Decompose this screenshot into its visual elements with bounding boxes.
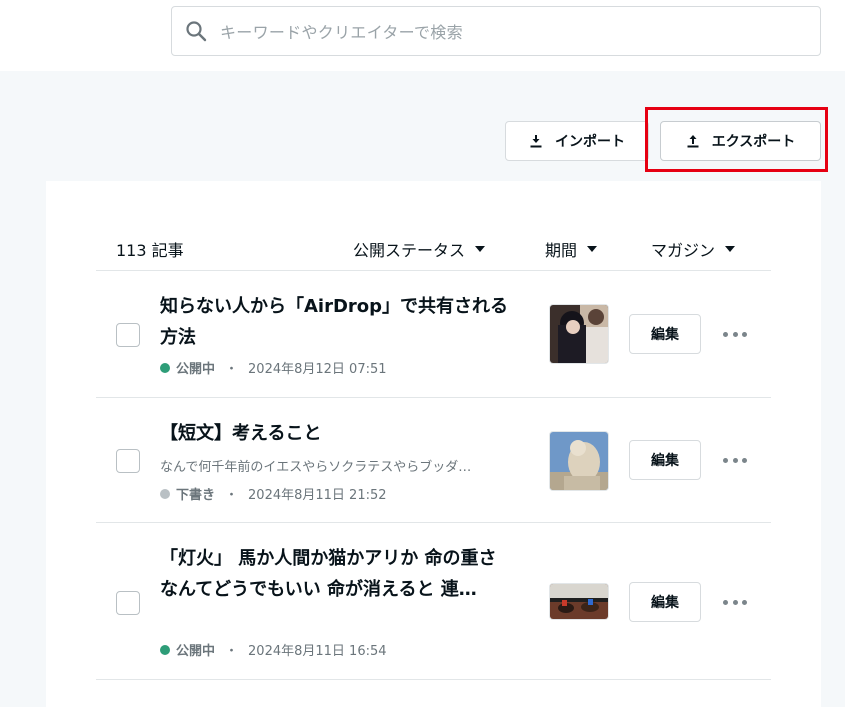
period-filter-label: 期間 — [545, 241, 578, 260]
article-excerpt: なんで何千年前のイエスやらソクラテスやらブッダ… — [160, 460, 472, 475]
article-date: 2024年8月12日 07:51 — [248, 362, 387, 377]
magazine-filter-label: マガジン — [651, 241, 716, 260]
article-thumbnail — [549, 583, 609, 620]
meta-separator: ・ — [225, 488, 239, 503]
article-meta: 下書き ・ 2024年8月11日 21:52 — [160, 484, 387, 503]
search-icon — [186, 21, 207, 42]
thumbnail-image — [550, 305, 608, 363]
article-title[interactable]: 「灯火」 馬か人間か猫かアリか 命の重さなんてどうでもいい 命が消えると 連… — [160, 543, 510, 605]
article-list-panel: 113 記事 公開ステータス 期間 マガジン 知らない人から「AirDrop」で… — [46, 181, 821, 707]
status-dot — [160, 362, 170, 373]
article-row: 「灯火」 馬か人間か猫かアリか 命の重さなんてどうでもいい 命が消えると 連… … — [96, 523, 771, 680]
article-date: 2024年8月11日 21:52 — [248, 488, 387, 503]
article-title[interactable]: 知らない人から「AirDrop」で共有される方法 — [160, 291, 520, 353]
upload-icon — [687, 135, 699, 148]
article-count: 113 記事 — [116, 241, 184, 260]
thumbnail-image — [550, 584, 608, 619]
meta-separator: ・ — [225, 644, 239, 659]
edit-button[interactable]: 編集 — [629, 582, 701, 622]
edit-button[interactable]: 編集 — [629, 314, 701, 354]
meta-separator: ・ — [225, 362, 239, 377]
article-checkbox[interactable] — [116, 449, 140, 473]
list-header: 113 記事 公開ステータス 期間 マガジン — [96, 231, 771, 271]
status-dot — [160, 644, 170, 655]
thumbnail-image — [550, 432, 608, 490]
status-badge: 公開中 — [176, 644, 216, 659]
article-meta: 公開中 ・ 2024年8月12日 07:51 — [160, 358, 387, 377]
import-label: インポート — [555, 134, 625, 150]
period-filter-dropdown[interactable]: 期間 — [545, 237, 598, 261]
more-options-icon[interactable] — [723, 322, 747, 346]
search-input[interactable]: キーワードやクリエイターで検索 — [171, 6, 821, 56]
status-badge: 公開中 — [176, 362, 216, 377]
status-filter-dropdown[interactable]: 公開ステータス — [353, 237, 486, 261]
status-filter-label: 公開ステータス — [353, 241, 466, 260]
download-icon — [530, 135, 542, 148]
export-label: エクスポート — [711, 134, 796, 150]
article-checkbox[interactable] — [116, 323, 140, 347]
more-options-icon[interactable] — [723, 590, 747, 614]
article-meta: 公開中 ・ 2024年8月11日 16:54 — [160, 640, 387, 659]
status-badge: 下書き — [176, 488, 216, 503]
status-dot — [160, 488, 170, 499]
article-thumbnail — [549, 304, 609, 364]
top-bar: キーワードやクリエイターで検索 — [0, 0, 845, 71]
article-title[interactable]: 【短文】考えること — [160, 418, 520, 449]
article-date: 2024年8月11日 16:54 — [248, 644, 387, 659]
article-thumbnail — [549, 431, 609, 491]
import-button[interactable]: インポート — [505, 121, 649, 161]
article-checkbox[interactable] — [116, 591, 140, 615]
search-placeholder: キーワードやクリエイターで検索 — [220, 23, 463, 42]
article-row: 知らない人から「AirDrop」で共有される方法 公開中 ・ 2024年8月12… — [96, 271, 771, 398]
edit-button[interactable]: 編集 — [629, 440, 701, 480]
caret-down-icon — [475, 246, 486, 252]
caret-down-icon — [587, 246, 598, 252]
more-options-icon[interactable] — [723, 448, 747, 472]
export-button[interactable]: エクスポート — [660, 121, 821, 161]
article-row: 【短文】考えること なんで何千年前のイエスやらソクラテスやらブッダ… 下書き ・… — [96, 398, 771, 523]
caret-down-icon — [725, 246, 736, 252]
magazine-filter-dropdown[interactable]: マガジン — [651, 237, 736, 261]
